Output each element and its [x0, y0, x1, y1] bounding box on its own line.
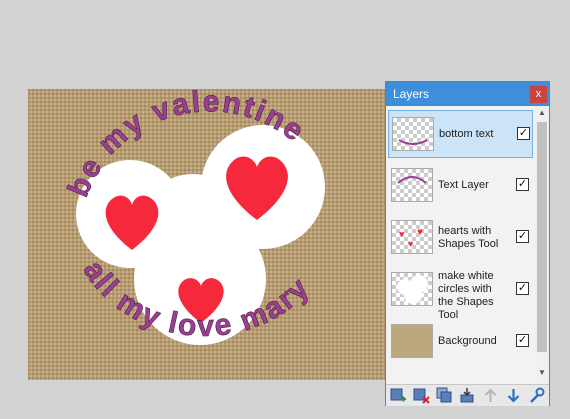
svg-text:♥: ♥ — [408, 239, 413, 249]
layers-panel: Layers x bottom text ✓ Text Layer ✓ ♥ ♥ … — [385, 81, 550, 406]
layers-panel-title: Layers — [393, 87, 430, 101]
layer-row-bottom-text[interactable]: bottom text ✓ — [388, 110, 533, 158]
layer-thumbnail — [391, 272, 433, 306]
add-layer-icon[interactable] — [390, 387, 407, 404]
delete-layer-icon[interactable] — [413, 387, 430, 404]
move-layer-down-icon[interactable] — [505, 387, 522, 404]
layer-visibility-checkbox[interactable]: ✓ — [516, 282, 529, 295]
layer-visibility-checkbox[interactable]: ✓ — [516, 334, 529, 347]
layers-scrollbar[interactable]: ▲ ▼ — [535, 106, 549, 384]
scroll-thumb[interactable] — [537, 122, 547, 352]
scroll-up-icon[interactable]: ▲ — [535, 108, 549, 120]
layer-row-hearts[interactable]: ♥ ♥ ♥ hearts with Shapes Tool ✓ — [388, 214, 533, 262]
layer-visibility-checkbox[interactable]: ✓ — [516, 230, 529, 243]
layer-name: hearts with Shapes Tool — [438, 225, 499, 250]
hearts-thumbnail-icon: ♥ ♥ ♥ — [399, 227, 423, 249]
layer-name: Background — [438, 335, 497, 347]
layer-visibility-checkbox[interactable]: ✓ — [516, 178, 529, 191]
text-thumbnail-icon — [397, 176, 427, 184]
layer-thumbnail: ♥ ♥ ♥ — [391, 220, 433, 254]
layer-thumbnail — [392, 117, 434, 151]
layer-row-background[interactable]: Background ✓ — [388, 318, 533, 366]
layer-properties-icon[interactable] — [528, 387, 545, 404]
text-thumbnail-icon — [398, 139, 428, 145]
layer-visibility-checkbox[interactable]: ✓ — [517, 127, 530, 140]
layer-name: bottom text — [439, 128, 494, 140]
move-layer-up-icon[interactable] — [482, 387, 499, 404]
layer-row-text-layer[interactable]: Text Layer ✓ — [388, 162, 533, 210]
layer-thumbnail — [391, 168, 433, 202]
layer-name: make white circles with the Shapes Tool — [438, 270, 494, 321]
merge-layer-down-icon[interactable] — [459, 387, 476, 404]
duplicate-layer-icon[interactable] — [436, 387, 453, 404]
layer-thumbnail — [391, 324, 433, 358]
canvas-artwork: be my valentine all my love mary — [28, 89, 387, 380]
layers-list: bottom text ✓ Text Layer ✓ ♥ ♥ ♥ hearts … — [386, 106, 535, 384]
layer-name: Text Layer — [438, 179, 489, 191]
close-button[interactable]: x — [530, 86, 547, 103]
circles-thumbnail-icon — [397, 275, 428, 304]
layers-panel-titlebar[interactable]: Layers x — [386, 82, 549, 106]
svg-text:♥: ♥ — [417, 227, 423, 238]
layers-toolbar — [386, 384, 549, 406]
scroll-down-icon[interactable]: ▼ — [535, 368, 549, 380]
svg-text:♥: ♥ — [399, 229, 404, 239]
image-canvas[interactable]: be my valentine all my love mary — [28, 89, 387, 380]
layer-row-white-circles[interactable]: make white circles with the Shapes Tool … — [388, 266, 533, 321]
